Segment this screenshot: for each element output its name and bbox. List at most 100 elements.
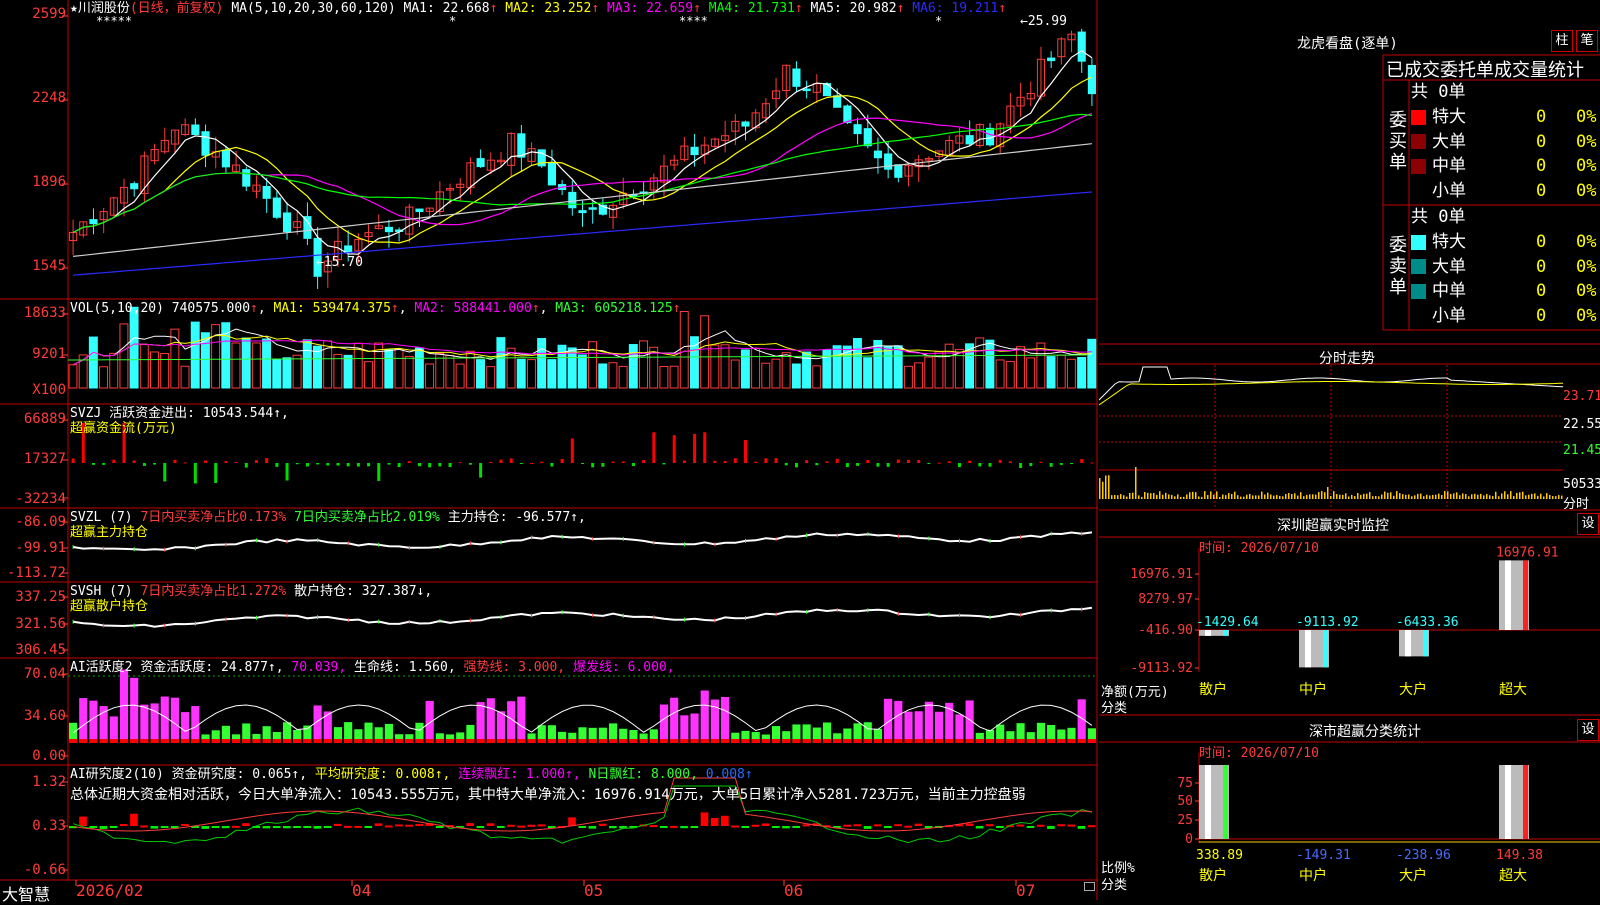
ai-activity-bar	[517, 696, 526, 743]
stat-settings-button[interactable]: 设	[1577, 719, 1599, 741]
ai-activity-bar	[160, 696, 169, 743]
volume-bar	[150, 351, 159, 389]
intraday-y-tick: 23.71	[1563, 389, 1600, 404]
research-bar	[965, 823, 974, 826]
ai-base-bar	[598, 739, 607, 743]
monitor-bar-chart[interactable]: 16976.91 8279.97 -416.90 -9113.92 -1429.64 散户…	[1099, 538, 1600, 715]
intraday-volume-bar	[1480, 493, 1482, 499]
intraday-volume-bar	[1525, 495, 1527, 499]
volume-bar	[883, 346, 893, 389]
ai-base-bar	[680, 739, 689, 743]
monitor-settings-button[interactable]: 设	[1577, 513, 1599, 535]
brand-label[interactable]: 大智慧	[2, 881, 50, 905]
volume-bar	[995, 359, 1005, 389]
svzj-bar	[866, 460, 870, 463]
ai-base-bar	[945, 739, 954, 743]
ma-legend-item: MA4: 21.731	[700, 1, 795, 16]
ai-activity-bar	[934, 711, 944, 743]
intraday-volume-bar	[1333, 491, 1335, 499]
ai-base-bar	[69, 739, 78, 743]
intraday-price-line	[1099, 366, 1563, 401]
order-percent-value: 0%	[1576, 256, 1597, 277]
bar-y-tick: 75	[1177, 776, 1193, 791]
category-bar-highlight	[1505, 765, 1511, 839]
bar-view-button[interactable]: 柱	[1551, 30, 1573, 52]
intraday-volume-bar	[1348, 496, 1350, 499]
order-row: 特大 0 0%	[1411, 105, 1600, 129]
research-bar	[975, 826, 984, 829]
intraday-volume-bar	[1312, 494, 1314, 499]
ai-base-bar	[812, 739, 821, 743]
ai-activity-bar	[884, 698, 893, 743]
candlestick-chart[interactable]	[68, 0, 1097, 298]
research-bar	[1057, 824, 1065, 827]
research-bar	[1077, 826, 1086, 829]
research-bar	[1016, 824, 1025, 827]
svzj-header: SVZJ 活跃资金进出: 10543.544↑,	[70, 406, 289, 421]
ai-base-bar	[466, 739, 475, 743]
volume-bar	[1015, 346, 1025, 389]
chart-area[interactable]: 2599 2248 1896 1545 18633 9201 X100 6688…	[0, 0, 1098, 904]
tick-view-button[interactable]: 笔	[1576, 30, 1598, 52]
volume-bar	[333, 353, 343, 389]
ai-activity-bar	[425, 700, 434, 743]
vol-value: 740575.000	[171, 301, 251, 316]
bar-category-label: 大户	[1399, 867, 1427, 884]
candle-body	[344, 245, 353, 254]
volume-bar	[639, 340, 648, 389]
buy-count: 共 0单	[1411, 82, 1466, 102]
svzj-bar	[1059, 463, 1063, 465]
ai-activity-bar	[496, 711, 506, 743]
ai-value-b: 70.039,	[291, 660, 347, 675]
intraday-volume-bar	[1432, 494, 1434, 499]
research-bar	[710, 817, 719, 826]
volume-bar	[190, 321, 200, 389]
category-bar-accent	[1523, 765, 1528, 839]
research-bar	[680, 826, 688, 829]
svzj-bar	[570, 438, 574, 463]
svzl-main-position: 主力持仓: -96.577↑,	[447, 510, 586, 525]
research-value-e: 0.008↑	[705, 767, 753, 782]
volume-bar	[1077, 356, 1087, 389]
ai-base-bar	[1036, 739, 1046, 743]
stat-bar-chart[interactable]: 75 50 25 0338.89 散户 -149.31 中户 -238.96 大户 149.38 超…	[1099, 743, 1600, 900]
svzj-bar	[621, 461, 625, 463]
intraday-volume-bar	[1540, 493, 1542, 499]
research-consec-red: 连续飘红: 1.000↑,	[458, 767, 581, 782]
order-color-swatch	[1411, 183, 1426, 198]
ai-activity-bar	[670, 697, 679, 743]
research-chart[interactable]	[68, 766, 1097, 879]
lock-icon[interactable]	[1084, 882, 1095, 891]
volume-bar	[1046, 356, 1056, 389]
intraday-volume-bar	[1285, 494, 1287, 499]
intraday-volume-bar	[1270, 494, 1272, 499]
research-bar	[262, 826, 271, 829]
intraday-volume-bar	[1504, 491, 1506, 499]
svzj-bar	[764, 458, 768, 463]
ai-activity-bar	[955, 714, 964, 743]
ma-legend-item: MA2: 23.252	[497, 1, 592, 16]
volume-bar	[139, 344, 149, 389]
order-count-value: 0	[1536, 232, 1547, 252]
volume-bar	[751, 348, 761, 389]
svzj-bar	[1008, 461, 1012, 463]
intraday-volume-bar	[1120, 494, 1122, 499]
research-y-tick: 1.32	[32, 774, 66, 790]
research-bar	[853, 824, 862, 827]
svzl-title: SVZL (7)	[70, 510, 133, 525]
research-bar	[486, 823, 495, 826]
ai-base-bar	[79, 739, 88, 743]
chart-mode[interactable]: (日线，前复权)	[130, 1, 224, 16]
intraday-volume-bar	[1390, 492, 1392, 499]
svsh-y-tick: 337.25	[15, 589, 66, 605]
intraday-chart[interactable]	[1099, 365, 1563, 509]
research-bar	[466, 823, 474, 826]
ai-base-bar	[507, 739, 516, 743]
vol-ma1: MA1: 539474.375	[273, 301, 391, 316]
svsh-ratio: 7日内买卖净占比1.272%	[140, 584, 287, 599]
candle-body	[221, 149, 230, 168]
svzl-y-tick: -99.91	[15, 540, 66, 556]
ai-base-bar	[873, 739, 883, 743]
volume-bar	[659, 366, 669, 389]
svzj-bar	[417, 463, 421, 467]
